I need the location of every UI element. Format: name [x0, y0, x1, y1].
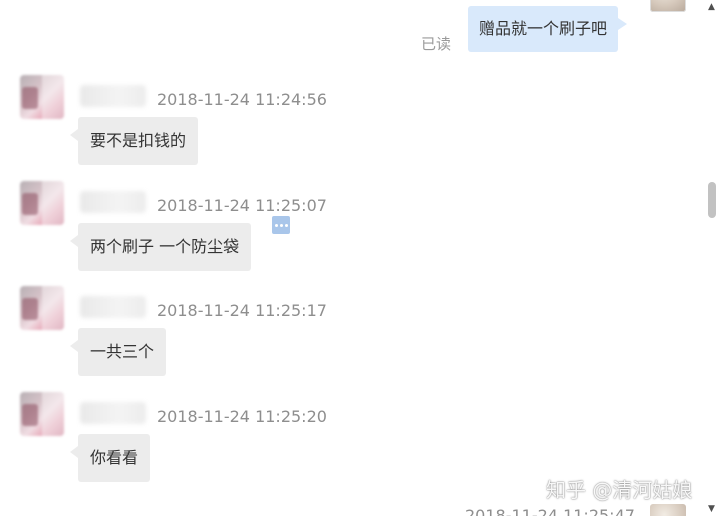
read-status: 已读 — [421, 35, 452, 53]
contact-avatar[interactable] — [20, 392, 64, 436]
incoming-message-bubble[interactable]: 两个刷子 一个防尘袋 — [69, 223, 252, 271]
message-timestamp: 2018-11-24 11:25:20 — [157, 407, 327, 426]
my-avatar[interactable] — [650, 0, 686, 12]
scroll-down-arrow-icon[interactable]: ▼ — [703, 502, 720, 516]
contact-name-blurred — [80, 85, 146, 107]
contact-name-blurred — [80, 191, 146, 213]
contact-avatar[interactable] — [20, 75, 64, 119]
chat-window: 已读 赠品就一个刷子吧 2018-11-24 11:24:56 要不是扣钱的 2… — [0, 0, 720, 516]
incoming-message-bubble[interactable]: 你看看 — [69, 434, 151, 482]
message-item: 2018-11-24 11:24:56 要不是扣钱的 — [0, 75, 700, 180]
more-options-icon[interactable] — [272, 216, 290, 234]
scroll-up-arrow-icon[interactable]: ▲ — [703, 0, 720, 14]
outgoing-message-bubble[interactable]: 赠品就一个刷子吧 — [468, 6, 628, 52]
message-timestamp-partial: 2018-11-24 11:25:47 — [465, 506, 635, 516]
watermark: 知乎 @清河姑娘 — [546, 478, 693, 502]
scroll-thumb[interactable] — [708, 182, 716, 218]
vertical-scrollbar[interactable]: ▲ ▼ — [703, 0, 720, 516]
message-timestamp: 2018-11-24 11:25:07 — [157, 196, 327, 215]
incoming-message-bubble[interactable]: 一共三个 — [69, 328, 167, 376]
incoming-message-bubble[interactable]: 要不是扣钱的 — [69, 117, 199, 165]
message-item: 2018-11-24 11:25:17 一共三个 — [0, 286, 700, 391]
contact-name-blurred — [80, 402, 146, 424]
message-timestamp: 2018-11-24 11:24:56 — [157, 90, 327, 109]
message-timestamp: 2018-11-24 11:25:17 — [157, 301, 327, 320]
message-item: 2018-11-24 11:25:07 两个刷子 一个防尘袋 — [0, 181, 700, 286]
contact-avatar[interactable] — [20, 181, 64, 225]
contact-name-blurred — [80, 296, 146, 318]
contact-avatar[interactable] — [20, 286, 64, 330]
my-avatar-partial[interactable] — [650, 504, 686, 516]
